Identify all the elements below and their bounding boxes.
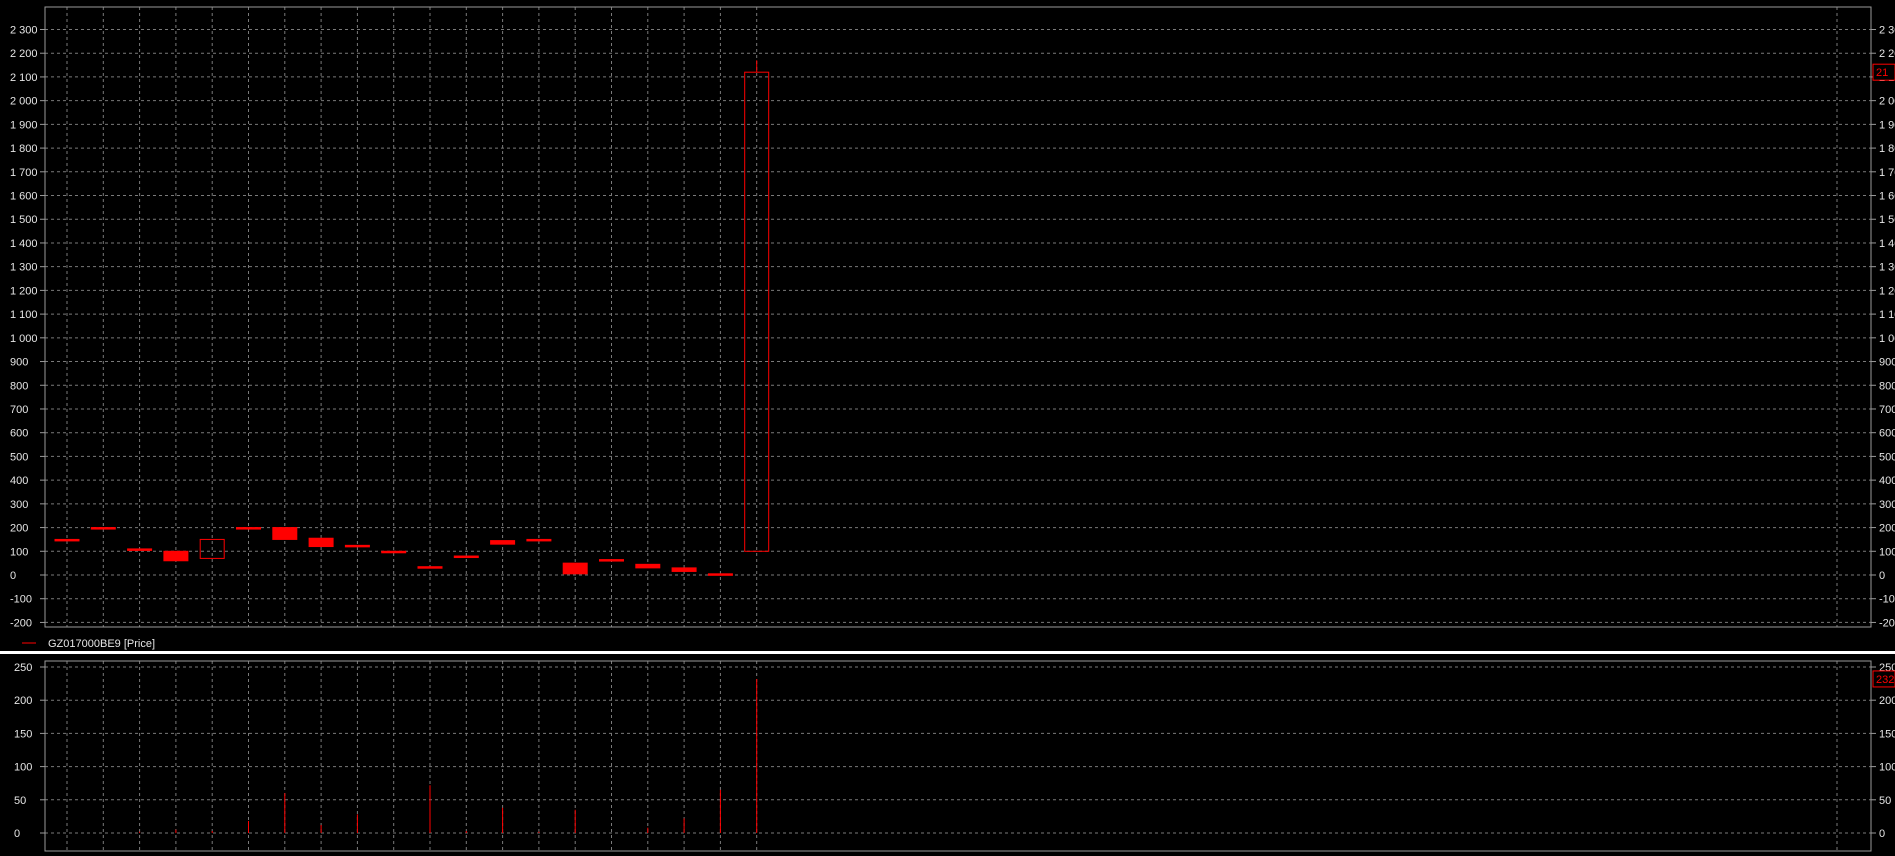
volume-right-tick-label: 150 xyxy=(1879,728,1895,740)
price-tick-label: 1 000 xyxy=(10,333,38,345)
price-right-tick-label: 200 xyxy=(1879,523,1895,535)
volume-right-tick-label: 0 xyxy=(1879,828,1885,840)
price-right-tick-label: 2 30 xyxy=(1879,25,1895,37)
volume-tick-label: 250 xyxy=(14,662,32,674)
price-tick-label: 1 300 xyxy=(10,262,38,274)
price-right-tick-label: 500 xyxy=(1879,451,1895,463)
volume-tick-label: 100 xyxy=(14,762,32,774)
candle xyxy=(453,555,479,559)
price-right-tick-label: 1 70 xyxy=(1879,167,1895,179)
price-tick-label: 1 100 xyxy=(10,309,38,321)
price-right-tick-label: 700 xyxy=(1879,404,1895,416)
price-tick-label: 1 800 xyxy=(10,143,38,155)
price-right-tick-label: 1 20 xyxy=(1879,285,1895,297)
candle xyxy=(272,527,298,540)
price-right-tick-label: 1 00 xyxy=(1879,333,1895,345)
candle xyxy=(599,559,624,562)
panel-separator[interactable] xyxy=(0,651,1895,654)
volume-right-tick-label: 50 xyxy=(1879,795,1891,807)
volume-right-tick-label: 100 xyxy=(1879,762,1895,774)
volume-tick-label: 50 xyxy=(14,795,26,807)
volume-tick-label: 0 xyxy=(14,828,20,840)
candle xyxy=(671,567,697,572)
price-tick-label: 1 500 xyxy=(10,214,38,226)
candle xyxy=(236,527,261,530)
price-tick-label: 0 xyxy=(10,570,16,582)
price-tick-label: 1 200 xyxy=(10,285,38,297)
price-tick-label: 900 xyxy=(10,357,28,369)
price-right-tick-label: 1 60 xyxy=(1879,191,1895,203)
candle xyxy=(381,550,407,554)
candle xyxy=(54,538,80,542)
candle xyxy=(526,538,552,542)
volume-y-axis-right: 050100150200250 xyxy=(1871,662,1895,840)
candle xyxy=(707,573,733,576)
price-right-tick-label: 100 xyxy=(1879,546,1895,558)
candle xyxy=(562,562,588,575)
price-tick-label: -100 xyxy=(10,594,32,606)
price-right-tick-label: 800 xyxy=(1879,380,1895,392)
price-right-tick-label: 400 xyxy=(1879,475,1895,487)
price-right-tick-label: 600 xyxy=(1879,428,1895,440)
price-right-tick-label: 2 20 xyxy=(1879,48,1895,60)
price-tick-label: 200 xyxy=(10,523,28,535)
price-right-tick-label: 1 40 xyxy=(1879,238,1895,250)
candle xyxy=(308,537,334,548)
volume-bars xyxy=(139,678,758,833)
price-right-tick-label: 1 50 xyxy=(1879,214,1895,226)
price-right-tick-label: 1 80 xyxy=(1879,143,1895,155)
volume-grid xyxy=(45,661,1871,851)
volume-tick-label: 150 xyxy=(14,728,32,740)
price-tick-label: 1 400 xyxy=(10,238,38,250)
price-tick-label: -200 xyxy=(10,617,32,629)
price-right-tick-label: -10 xyxy=(1879,594,1895,606)
price-right-tick-label: 0 xyxy=(1879,570,1885,582)
candle xyxy=(163,550,189,562)
price-right-tick-label: -20 xyxy=(1879,617,1895,629)
price-tick-label: 2 100 xyxy=(10,72,38,84)
price-tick-label: 800 xyxy=(10,380,28,392)
price-tick-label: 600 xyxy=(10,428,28,440)
candle xyxy=(344,544,370,548)
price-right-tick-label: 2 00 xyxy=(1879,96,1895,108)
price-right-tick-label: 1 90 xyxy=(1879,119,1895,131)
price-right-tick-label: 1 10 xyxy=(1879,309,1895,321)
price-tick-label: 1 700 xyxy=(10,167,38,179)
price-right-tick-label: 900 xyxy=(1879,357,1895,369)
volume-right-tick-label: 200 xyxy=(1879,695,1895,707)
candle xyxy=(127,548,153,551)
candle xyxy=(417,566,443,569)
volume-tick-label: 200 xyxy=(14,695,32,707)
price-tick-label: 300 xyxy=(10,499,28,511)
price-tick-label: 700 xyxy=(10,404,28,416)
legend-series-label: GZ017000BE9 [Price] xyxy=(48,638,155,650)
volume-y-axis-left: 0 50 100 150 200 250 xyxy=(14,662,45,840)
price-right-tick-label: 1 30 xyxy=(1879,262,1895,274)
chart-canvas: -200-10001002003004005006007008009001 00… xyxy=(0,0,1895,852)
price-right-tick-label: 300 xyxy=(1879,499,1895,511)
price-tick-label: 400 xyxy=(10,475,28,487)
candle xyxy=(635,563,661,569)
price-tick-label: 2 000 xyxy=(10,96,38,108)
price-tick-label: 100 xyxy=(10,546,28,558)
candle xyxy=(490,540,516,545)
candle xyxy=(90,527,116,530)
price-tick-label: 2 200 xyxy=(10,48,38,60)
volume-last-value-label: 232 xyxy=(1876,674,1894,686)
price-tick-label: 1 900 xyxy=(10,119,38,131)
price-tick-label: 500 xyxy=(10,451,28,463)
volume-plot-frame xyxy=(44,660,1872,852)
price-last-value-label: 21 xyxy=(1876,67,1888,79)
price-tick-label: 2 300 xyxy=(10,25,38,37)
price-tick-label: 1 600 xyxy=(10,191,38,203)
